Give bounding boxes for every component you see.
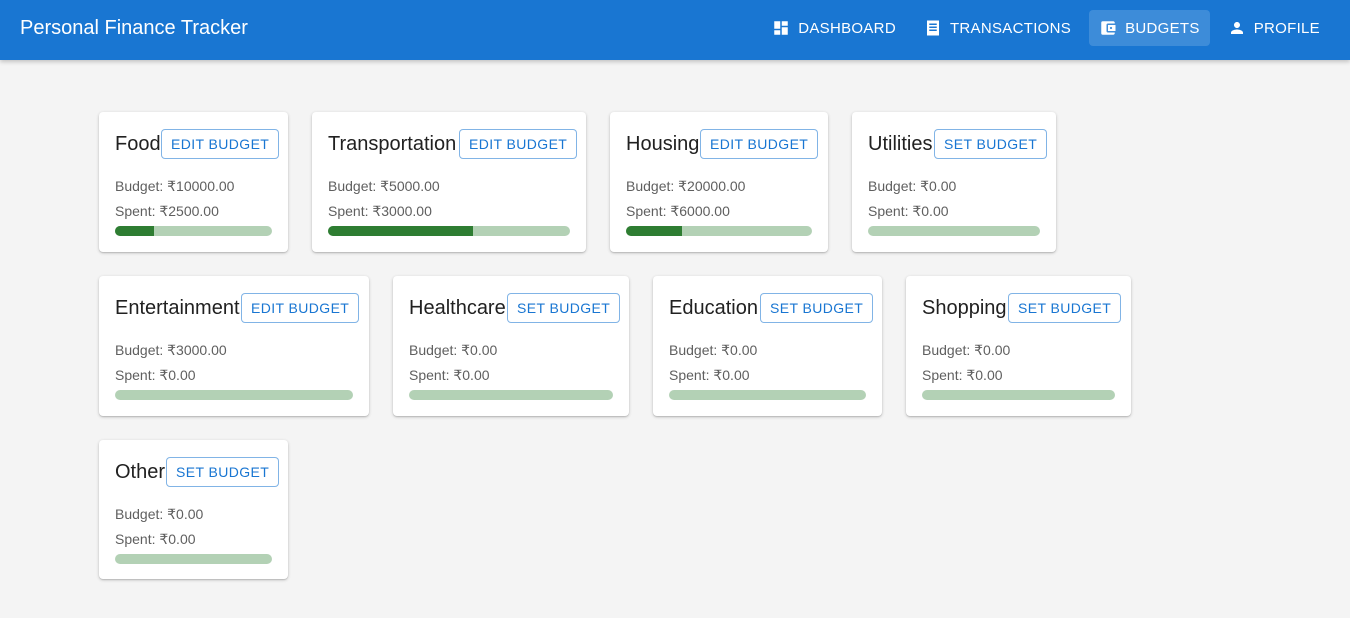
nav-dashboard-label: DASHBOARD: [798, 19, 896, 37]
wallet-icon: [1101, 21, 1116, 35]
category-name: Utilities: [868, 133, 933, 155]
budget-progress-fill: [626, 226, 682, 236]
edit-budget-button[interactable]: EDIT BUDGET: [161, 129, 280, 159]
app-title: Personal Finance Tracker: [20, 17, 248, 39]
category-name: Housing: [626, 133, 700, 155]
set-budget-button[interactable]: SET BUDGET: [934, 129, 1048, 159]
budget-card-transportation: Transportation EDIT BUDGET Budget: ₹5000…: [312, 112, 586, 252]
budget-card-education: Education SET BUDGET Budget: ₹0.00 Spent…: [653, 276, 882, 416]
budget-progress-bar: [115, 226, 272, 236]
budget-progress-bar: [922, 390, 1115, 400]
budget-amount: Budget: ₹0.00: [409, 342, 498, 358]
budget-card-entertainment: Entertainment EDIT BUDGET Budget: ₹3000.…: [99, 276, 369, 416]
set-budget-button[interactable]: SET BUDGET: [760, 293, 874, 323]
nav-profile-button[interactable]: PROFILE: [1218, 10, 1330, 46]
category-name: Entertainment: [115, 297, 240, 319]
budget-amount: Budget: ₹0.00: [669, 342, 758, 358]
budget-card-healthcare: Healthcare SET BUDGET Budget: ₹0.00 Spen…: [393, 276, 629, 416]
budget-amount: Budget: ₹5000.00: [328, 178, 440, 194]
spent-amount: Spent: ₹0.00: [115, 367, 196, 383]
edit-budget-button[interactable]: EDIT BUDGET: [241, 293, 360, 323]
spent-amount: Spent: ₹3000.00: [328, 203, 432, 219]
budget-progress-bar: [626, 226, 812, 236]
spent-amount: Spent: ₹6000.00: [626, 203, 730, 219]
budget-progress-bar: [669, 390, 866, 400]
budget-amount: Budget: ₹10000.00: [115, 178, 235, 194]
set-budget-button[interactable]: SET BUDGET: [507, 293, 621, 323]
dashboard-icon: [774, 21, 788, 35]
budget-progress-bar: [328, 226, 570, 236]
spent-amount: Spent: ₹0.00: [922, 367, 1003, 383]
nav-transactions-button[interactable]: TRANSACTIONS: [914, 10, 1081, 46]
category-name: Other: [115, 461, 166, 483]
edit-budget-button[interactable]: EDIT BUDGET: [700, 129, 819, 159]
app-bar: Personal Finance Tracker DASHBOARD TRANS…: [0, 0, 1350, 60]
budget-amount: Budget: ₹0.00: [868, 178, 957, 194]
budget-progress-bar: [115, 554, 272, 564]
nav-budgets-button[interactable]: BUDGETS: [1089, 10, 1210, 46]
budget-amount: Budget: ₹0.00: [115, 506, 204, 522]
budget-progress-bar: [115, 390, 353, 400]
category-name: Education: [669, 297, 758, 319]
budget-progress-fill: [328, 226, 474, 236]
budget-card-food: Food EDIT BUDGET Budget: ₹10000.00 Spent…: [99, 112, 288, 252]
spent-amount: Spent: ₹2500.00: [115, 203, 219, 219]
category-name: Healthcare: [409, 297, 506, 319]
person-icon: [1230, 22, 1243, 34]
budget-amount: Budget: ₹20000.00: [626, 178, 746, 194]
budget-progress-fill: [115, 226, 155, 236]
nav-dashboard-button[interactable]: DASHBOARD: [762, 10, 906, 46]
main-nav: DASHBOARD TRANSACTIONS BUDGETS PROFILE: [762, 10, 1330, 46]
set-budget-button[interactable]: SET BUDGET: [166, 457, 280, 487]
spent-amount: Spent: ₹0.00: [115, 531, 196, 547]
budget-card-other: Other SET BUDGET Budget: ₹0.00 Spent: ₹0…: [99, 440, 288, 579]
spent-amount: Spent: ₹0.00: [669, 367, 750, 383]
spent-amount: Spent: ₹0.00: [868, 203, 949, 219]
set-budget-button[interactable]: SET BUDGET: [1008, 293, 1122, 323]
category-name: Transportation: [328, 133, 457, 155]
edit-budget-button[interactable]: EDIT BUDGET: [459, 129, 578, 159]
nav-transactions-label: TRANSACTIONS: [949, 19, 1072, 37]
budget-card-shopping: Shopping SET BUDGET Budget: ₹0.00 Spent:…: [906, 276, 1131, 416]
budget-amount: Budget: ₹0.00: [922, 342, 1011, 358]
budget-progress-bar: [868, 226, 1040, 236]
nav-profile-label: PROFILE: [1253, 19, 1320, 37]
budget-card-housing: Housing EDIT BUDGET Budget: ₹20000.00 Sp…: [610, 112, 828, 252]
spent-amount: Spent: ₹0.00: [409, 367, 490, 383]
receipt-icon: [926, 20, 939, 36]
budget-amount: Budget: ₹3000.00: [115, 342, 227, 358]
nav-budgets-label: BUDGETS: [1125, 19, 1200, 37]
budget-card-utilities: Utilities SET BUDGET Budget: ₹0.00 Spent…: [852, 112, 1056, 252]
category-name: Food: [115, 133, 161, 155]
category-name: Shopping: [922, 297, 1007, 319]
budget-progress-bar: [409, 390, 613, 400]
